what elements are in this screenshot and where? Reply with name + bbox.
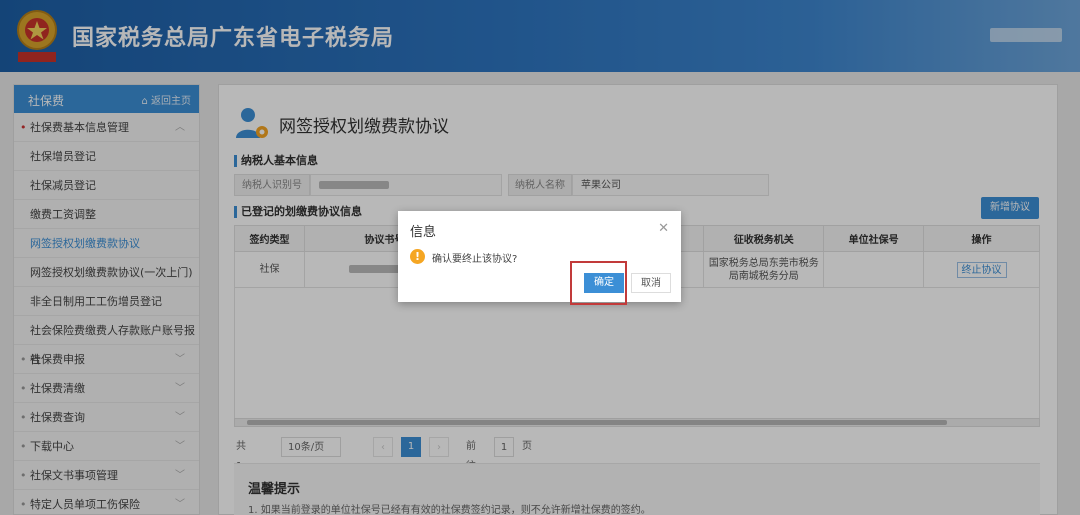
dialog-message: 确认要终止该协议? [432, 254, 518, 265]
dialog-title: 信息 [410, 225, 437, 240]
confirm-button[interactable]: 确定 [584, 273, 624, 293]
confirm-dialog: 信息 ✕ ! 确认要终止该协议? 确定 取消 [398, 211, 681, 305]
close-icon[interactable]: ✕ [658, 221, 669, 236]
cancel-button[interactable]: 取消 [631, 273, 671, 293]
warning-icon: ! [410, 249, 425, 264]
